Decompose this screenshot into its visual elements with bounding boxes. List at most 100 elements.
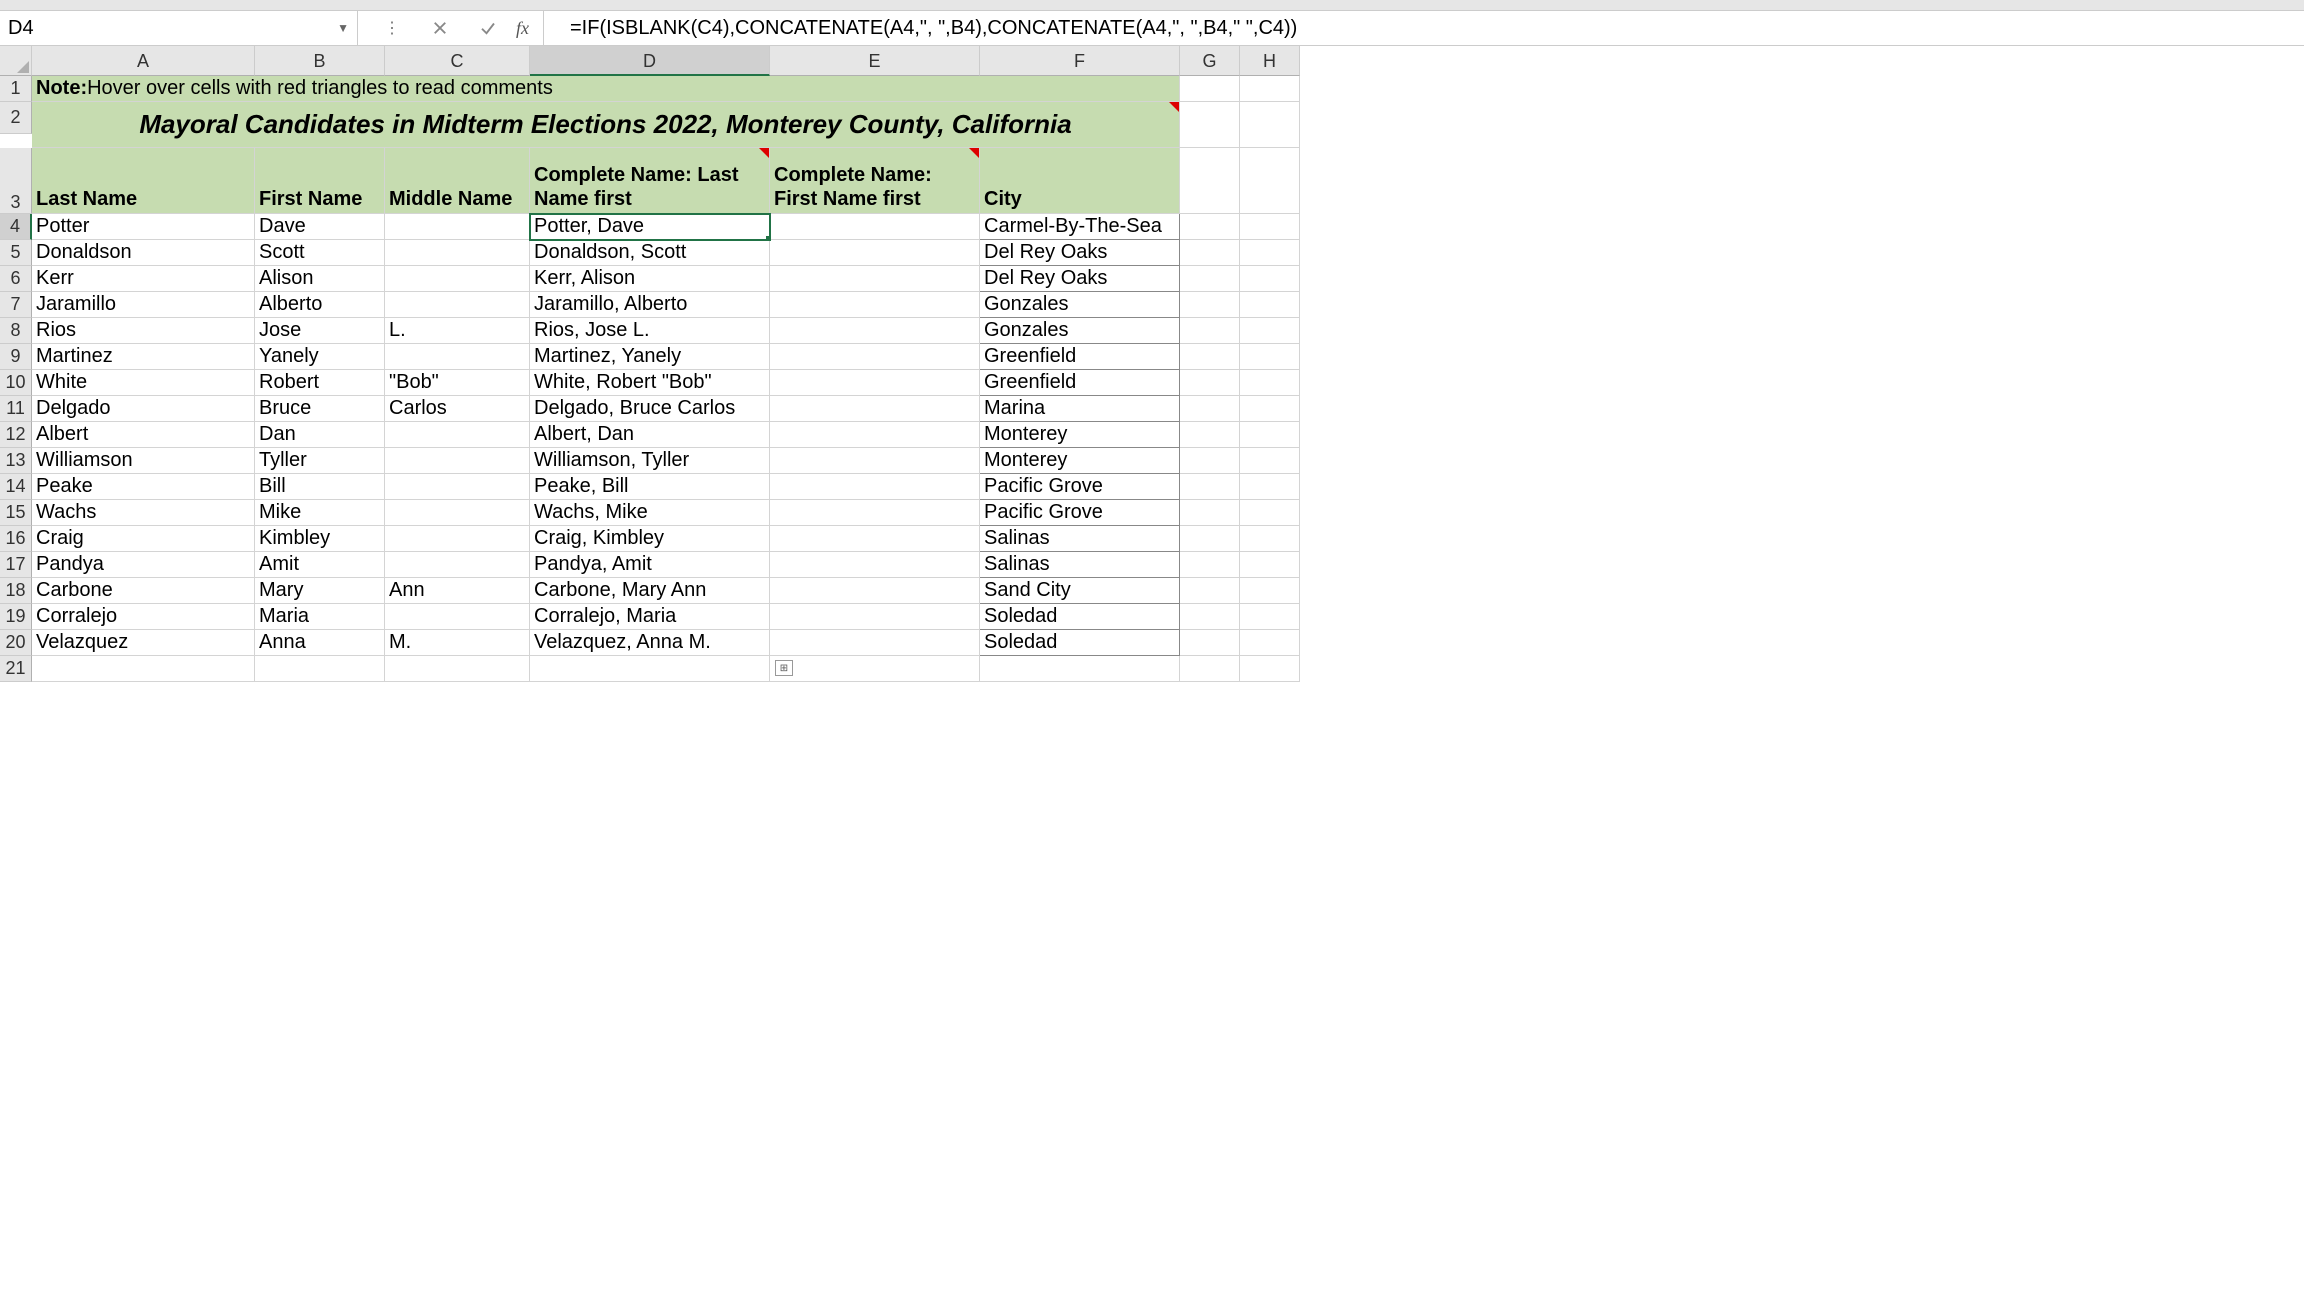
cell-F12[interactable]: Monterey	[980, 422, 1180, 448]
header-B[interactable]: First Name	[255, 148, 385, 214]
cell-F11[interactable]: Marina	[980, 396, 1180, 422]
cell-empty-21-1[interactable]	[255, 656, 385, 682]
cell-D9[interactable]: Martinez, Yanely	[530, 344, 770, 370]
cell-A14[interactable]: Peake	[32, 474, 255, 500]
cell-B9[interactable]: Yanely	[255, 344, 385, 370]
cell-C8[interactable]: L.	[385, 318, 530, 344]
row-head-18[interactable]: 18	[0, 578, 32, 604]
row-head-13[interactable]: 13	[0, 448, 32, 474]
row-head-1[interactable]: 1	[0, 76, 32, 102]
cell-F19[interactable]: Soledad	[980, 604, 1180, 630]
row-head-16[interactable]: 16	[0, 526, 32, 552]
cell-H18[interactable]	[1240, 578, 1300, 604]
cell-E11[interactable]	[770, 396, 980, 422]
header-C[interactable]: Middle Name	[385, 148, 530, 214]
cell-C5[interactable]	[385, 240, 530, 266]
cell-A8[interactable]: Rios	[32, 318, 255, 344]
row-head-10[interactable]: 10	[0, 370, 32, 396]
cell-A6[interactable]: Kerr	[32, 266, 255, 292]
cell-B7[interactable]: Alberto	[255, 292, 385, 318]
header-A[interactable]: Last Name	[32, 148, 255, 214]
cell-F6[interactable]: Del Rey Oaks	[980, 266, 1180, 292]
cell-D17[interactable]: Pandya, Amit	[530, 552, 770, 578]
cell-D20[interactable]: Velazquez, Anna M.	[530, 630, 770, 656]
cell-B4[interactable]: Dave	[255, 214, 385, 240]
name-box[interactable]: D4 ▼	[0, 11, 358, 45]
cell-empty-21-4[interactable]	[770, 656, 980, 682]
cell-title[interactable]: Mayoral Candidates in Midterm Elections …	[32, 102, 1180, 148]
cell-C14[interactable]	[385, 474, 530, 500]
cell-C13[interactable]	[385, 448, 530, 474]
cell-G15[interactable]	[1180, 500, 1240, 526]
header-D[interactable]: Complete Name: Last Name first	[530, 148, 770, 214]
col-head-F[interactable]: F	[980, 46, 1180, 76]
cell-H14[interactable]	[1240, 474, 1300, 500]
row-head-8[interactable]: 8	[0, 318, 32, 344]
cell-E7[interactable]	[770, 292, 980, 318]
col-head-H[interactable]: H	[1240, 46, 1300, 76]
cell-H11[interactable]	[1240, 396, 1300, 422]
header-F[interactable]: City	[980, 148, 1180, 214]
cell-C12[interactable]	[385, 422, 530, 448]
cell-G6[interactable]	[1180, 266, 1240, 292]
cancel-icon[interactable]	[420, 19, 460, 37]
cell-E4[interactable]	[770, 214, 980, 240]
cell-B14[interactable]: Bill	[255, 474, 385, 500]
cell-C4[interactable]	[385, 214, 530, 240]
cell-F17[interactable]: Salinas	[980, 552, 1180, 578]
cell-H19[interactable]	[1240, 604, 1300, 630]
cell-H13[interactable]	[1240, 448, 1300, 474]
cell-H6[interactable]	[1240, 266, 1300, 292]
cell-D16[interactable]: Craig, Kimbley	[530, 526, 770, 552]
cell-B13[interactable]: Tyller	[255, 448, 385, 474]
cell-E10[interactable]	[770, 370, 980, 396]
cell-C18[interactable]: Ann	[385, 578, 530, 604]
cell-E13[interactable]	[770, 448, 980, 474]
cell-B6[interactable]: Alison	[255, 266, 385, 292]
cell-H17[interactable]	[1240, 552, 1300, 578]
cell-C11[interactable]: Carlos	[385, 396, 530, 422]
cell-empty-21-0[interactable]	[32, 656, 255, 682]
cell-G5[interactable]	[1180, 240, 1240, 266]
cell-D5[interactable]: Donaldson, Scott	[530, 240, 770, 266]
cell-B17[interactable]: Amit	[255, 552, 385, 578]
cell-E14[interactable]	[770, 474, 980, 500]
cell-E12[interactable]	[770, 422, 980, 448]
cell-H2[interactable]	[1240, 102, 1300, 148]
cell-G9[interactable]	[1180, 344, 1240, 370]
cell-A7[interactable]: Jaramillo	[32, 292, 255, 318]
cell-A13[interactable]: Williamson	[32, 448, 255, 474]
cell-H15[interactable]	[1240, 500, 1300, 526]
cell-B11[interactable]: Bruce	[255, 396, 385, 422]
row-head-11[interactable]: 11	[0, 396, 32, 422]
cell-D19[interactable]: Corralejo, Maria	[530, 604, 770, 630]
cell-F18[interactable]: Sand City	[980, 578, 1180, 604]
cell-A17[interactable]: Pandya	[32, 552, 255, 578]
row-head-21[interactable]: 21	[0, 656, 32, 682]
cell-H9[interactable]	[1240, 344, 1300, 370]
header-E[interactable]: Complete Name: First Name first	[770, 148, 980, 214]
cell-G8[interactable]	[1180, 318, 1240, 344]
cell-D7[interactable]: Jaramillo, Alberto	[530, 292, 770, 318]
cell-D13[interactable]: Williamson, Tyller	[530, 448, 770, 474]
cell-B20[interactable]: Anna	[255, 630, 385, 656]
cell-H16[interactable]	[1240, 526, 1300, 552]
cell-A11[interactable]: Delgado	[32, 396, 255, 422]
cell-D14[interactable]: Peake, Bill	[530, 474, 770, 500]
cell-E15[interactable]	[770, 500, 980, 526]
cell-G19[interactable]	[1180, 604, 1240, 630]
cell-A20[interactable]: Velazquez	[32, 630, 255, 656]
cell-G14[interactable]	[1180, 474, 1240, 500]
cell-empty-21-7[interactable]	[1240, 656, 1300, 682]
cell-G4[interactable]	[1180, 214, 1240, 240]
row-head-20[interactable]: 20	[0, 630, 32, 656]
cell-C10[interactable]: "Bob"	[385, 370, 530, 396]
col-head-G[interactable]: G	[1180, 46, 1240, 76]
cell-D10[interactable]: White, Robert "Bob"	[530, 370, 770, 396]
cell-B18[interactable]: Mary	[255, 578, 385, 604]
cell-H12[interactable]	[1240, 422, 1300, 448]
cell-A16[interactable]: Craig	[32, 526, 255, 552]
formula-input[interactable]: =IF(ISBLANK(C4),CONCATENATE(A4,", ",B4),…	[558, 13, 2304, 44]
cell-G10[interactable]	[1180, 370, 1240, 396]
cell-empty-21-5[interactable]	[980, 656, 1180, 682]
